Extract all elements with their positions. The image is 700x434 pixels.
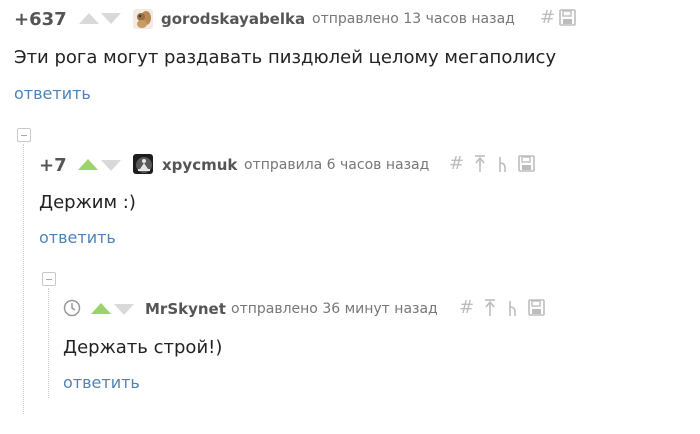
avatar[interactable]: [133, 154, 153, 174]
comment-rating: +7: [39, 155, 67, 176]
comment-text: Держать строй!): [63, 337, 223, 358]
upvote-arrow-icon[interactable]: [79, 13, 99, 24]
thread-line[interactable]: [48, 288, 49, 398]
comment-author[interactable]: хpycmuk: [162, 155, 237, 175]
downvote-arrow-icon[interactable]: [101, 13, 121, 24]
reply-link[interactable]: ответить: [39, 228, 116, 248]
branch-icon[interactable]: [497, 154, 509, 174]
comment-timestamp[interactable]: отправлено 13 часов назад: [312, 9, 515, 29]
save-disk-icon[interactable]: [559, 9, 576, 26]
reply-link[interactable]: ответить: [63, 373, 140, 393]
thread-line[interactable]: [23, 144, 24, 414]
comment-text: Держим :): [39, 192, 136, 213]
permalink-hash-icon[interactable]: #: [540, 8, 555, 28]
save-disk-icon[interactable]: [518, 155, 535, 172]
clock-icon: [63, 299, 81, 321]
collapse-thread-button[interactable]: [17, 128, 31, 142]
upvote-arrow-icon[interactable]: [78, 159, 98, 170]
comment-author[interactable]: MrSkynet: [145, 299, 226, 319]
permalink-hash-icon[interactable]: #: [459, 298, 474, 318]
save-disk-icon[interactable]: [528, 299, 545, 316]
branch-icon[interactable]: [507, 298, 519, 318]
collapse-thread-button[interactable]: [42, 272, 56, 286]
downvote-arrow-icon[interactable]: [101, 160, 121, 171]
comment-rating: +637: [14, 9, 67, 30]
go-to-parent-icon[interactable]: [474, 154, 486, 174]
downvote-arrow-icon[interactable]: [114, 304, 134, 315]
comment-text: Эти рога могут раздавать пиздюлей целому…: [14, 47, 557, 68]
upvote-arrow-icon[interactable]: [91, 303, 111, 314]
comment-timestamp[interactable]: отправлено 36 минут назад: [231, 299, 438, 319]
permalink-hash-icon[interactable]: #: [449, 154, 464, 174]
comment-author[interactable]: gorodskayabelka: [161, 9, 305, 29]
avatar[interactable]: [133, 9, 153, 29]
go-to-parent-icon[interactable]: [484, 298, 496, 318]
squirrel-avatar-icon: [133, 9, 153, 29]
reply-link[interactable]: ответить: [14, 84, 91, 104]
comment-timestamp[interactable]: отправила 6 часов назад: [244, 155, 429, 175]
meditation-avatar-icon: [133, 154, 153, 174]
